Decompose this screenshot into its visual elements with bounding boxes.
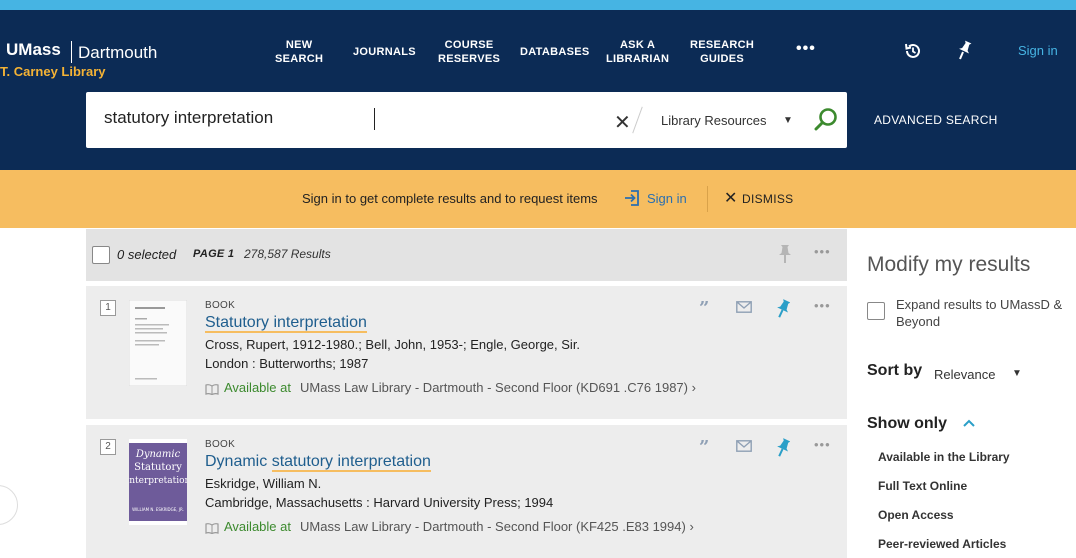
result-item[interactable]: 2 Dynamic Statutory Interpretation WILLI… <box>86 424 847 558</box>
result-publisher: London : Butterworths; 1987 <box>205 356 369 371</box>
search-icon[interactable] <box>813 106 839 137</box>
brand-divider <box>71 41 72 63</box>
nav-new-search[interactable]: NEW SEARCH <box>275 38 323 66</box>
dismiss-button[interactable]: DISMISS <box>742 192 793 206</box>
nav-ask-librarian[interactable]: ASK A LIBRARIAN <box>606 38 669 66</box>
results-count: 278,587 Results <box>244 247 331 261</box>
search-scope-select[interactable]: Library Resources <box>661 113 767 128</box>
chevron-down-icon[interactable]: ▼ <box>783 115 793 126</box>
facet-open-access[interactable]: Open Access <box>878 508 954 522</box>
brand-dartmouth[interactable]: Dartmouth <box>78 43 157 63</box>
result-title[interactable]: Dynamic statutory interpretation <box>205 453 431 472</box>
more-options-icon[interactable]: ••• <box>814 437 831 452</box>
result-title-highlight[interactable]: statutory interpretation <box>271 453 431 472</box>
history-icon[interactable] <box>903 41 923 66</box>
page-indicator: PAGE 1 <box>193 248 235 260</box>
side-scroll-button[interactable] <box>0 485 18 525</box>
pin-icon[interactable] <box>776 299 791 324</box>
book-icon <box>205 382 219 400</box>
email-icon[interactable] <box>736 300 752 318</box>
cite-icon[interactable]: ” <box>699 298 709 319</box>
cite-icon[interactable]: ” <box>699 437 709 458</box>
facet-peer-reviewed[interactable]: Peer-reviewed Articles <box>878 537 1006 551</box>
facet-available-in-library[interactable]: Available in the Library <box>878 450 1010 464</box>
advanced-search-link[interactable]: ADVANCED SEARCH <box>874 113 998 127</box>
result-title-prefix[interactable]: Dynamic <box>205 453 272 470</box>
expand-results-label[interactable]: Expand results to UMassD & Beyond <box>896 296 1071 330</box>
availability-status[interactable]: Available at <box>224 380 291 395</box>
search-bar: ✕ Library Resources ▼ <box>86 92 847 148</box>
availability-location[interactable]: UMass Law Library - Dartmouth - Second F… <box>300 519 694 534</box>
sign-in-icon[interactable] <box>623 189 641 212</box>
nav-journals[interactable]: JOURNALS <box>353 45 416 59</box>
cover-text-line: Interpretation <box>129 476 187 486</box>
result-title-highlight[interactable]: Statutory interpretation <box>205 314 367 333</box>
cover-text-line: WILLIAM N. ESKRIDGE, JR. <box>132 507 184 512</box>
more-options-icon[interactable]: ••• <box>814 298 831 313</box>
results-toolbar: 0 selected PAGE 1 278,587 Results ••• <box>86 229 847 281</box>
expand-results-checkbox[interactable] <box>867 302 885 320</box>
header-sign-in-link[interactable]: Sign in <box>1018 43 1058 58</box>
selected-count: 0 selected <box>117 247 177 262</box>
result-type: BOOK <box>205 300 236 311</box>
nav-research-guides[interactable]: RESEARCH GUIDES <box>690 38 754 66</box>
banner-message: Sign in to get complete results and to r… <box>302 191 598 206</box>
pin-icon[interactable] <box>776 438 791 463</box>
availability-status[interactable]: Available at <box>224 519 291 534</box>
cover-text-line: Dynamic <box>135 449 181 460</box>
nav-course-reserves[interactable]: COURSE RESERVES <box>438 38 500 66</box>
nav-more-button[interactable]: ••• <box>796 40 816 58</box>
result-author: Eskridge, William N. <box>205 476 322 491</box>
pin-icon[interactable] <box>955 39 973 66</box>
book-icon <box>205 521 219 539</box>
nav-databases[interactable]: DATABASES <box>520 45 590 59</box>
book-thumbnail[interactable] <box>128 299 188 387</box>
cover-text-line: Statutory <box>134 462 182 473</box>
result-type: BOOK <box>205 439 236 450</box>
result-title[interactable]: Statutory interpretation <box>205 314 367 333</box>
brand-umass[interactable]: UMass <box>6 40 61 60</box>
result-item[interactable]: 1 BOOK Statutory interpretation Cross, R… <box>86 285 847 419</box>
sidebar-title: Modify my results <box>867 253 1031 276</box>
banner-sign-in-link[interactable]: Sign in <box>647 191 687 206</box>
facet-full-text-online[interactable]: Full Text Online <box>878 479 967 493</box>
select-all-checkbox[interactable] <box>92 246 110 264</box>
window-top-border <box>0 0 1076 10</box>
sort-select[interactable]: Relevance <box>934 367 995 382</box>
search-input[interactable] <box>104 108 604 128</box>
brand-library[interactable]: T. Carney Library <box>0 64 106 79</box>
show-only-heading[interactable]: Show only <box>867 415 947 433</box>
clear-search-icon[interactable]: ✕ <box>614 110 631 135</box>
result-author: Cross, Rupert, 1912-1980.; Bell, John, 1… <box>205 337 581 352</box>
email-icon[interactable] <box>736 439 752 457</box>
result-publisher: Cambridge, Massachusetts : Harvard Unive… <box>205 495 554 510</box>
result-number: 2 <box>100 439 116 455</box>
book-thumbnail[interactable]: Dynamic Statutory Interpretation WILLIAM… <box>126 439 191 525</box>
close-icon[interactable]: ✕ <box>724 188 737 208</box>
text-caret <box>374 108 375 130</box>
chevron-up-icon[interactable] <box>962 416 976 435</box>
sort-by-label: Sort by <box>867 362 923 379</box>
search-divider <box>632 106 643 134</box>
result-number: 1 <box>100 300 116 316</box>
pin-icon[interactable] <box>778 244 792 269</box>
banner-divider <box>707 186 708 212</box>
chevron-down-icon[interactable]: ▼ <box>1012 368 1022 379</box>
sign-in-banner: Sign in to get complete results and to r… <box>0 170 1076 228</box>
availability-location[interactable]: UMass Law Library - Dartmouth - Second F… <box>300 380 696 395</box>
more-options-icon[interactable]: ••• <box>814 244 831 259</box>
